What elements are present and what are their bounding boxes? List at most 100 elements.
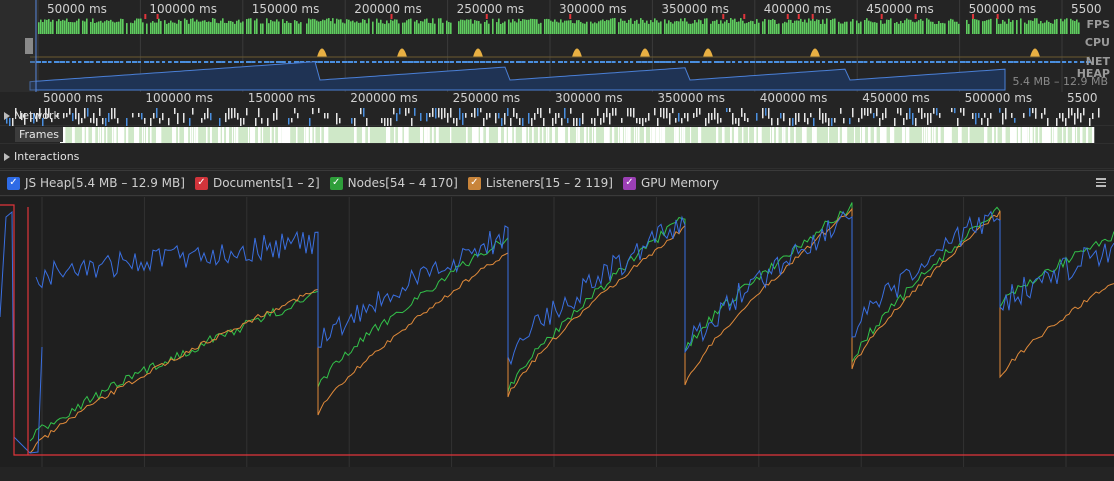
fps-bar xyxy=(906,18,908,34)
fps-bar xyxy=(204,20,206,34)
legend-gpu-memory[interactable]: ✓ GPU Memory xyxy=(622,176,719,190)
network-request-bar xyxy=(1047,118,1049,126)
legend-listeners[interactable]: ✓ Listeners[15 – 2 119] xyxy=(467,176,613,190)
checkbox-checked-icon[interactable]: ✓ xyxy=(467,176,481,190)
fps-bar xyxy=(536,19,538,34)
frame-bar xyxy=(812,127,814,143)
network-request-bar xyxy=(438,108,440,118)
fps-bar xyxy=(874,22,876,34)
main-axis-tick-label: 100000 ms xyxy=(145,91,213,105)
network-request-bar xyxy=(507,108,509,117)
checkbox-checked-icon[interactable]: ✓ xyxy=(622,176,636,190)
timeline-overview[interactable]: 50000 ms 100000 ms 150000 ms 200000 ms 25000… xyxy=(0,0,1114,92)
network-requests xyxy=(6,108,1100,126)
net-request xyxy=(924,61,929,63)
fps-bar xyxy=(274,21,276,34)
net-request xyxy=(180,61,186,63)
fps-bar xyxy=(336,18,338,34)
checkbox-checked-icon[interactable]: ✓ xyxy=(329,176,343,190)
fps-bar xyxy=(222,18,224,34)
interactions-track[interactable]: Interactions xyxy=(0,145,1114,169)
network-request-bar xyxy=(363,108,365,117)
network-request-bar xyxy=(783,113,785,122)
fps-bar xyxy=(730,18,732,34)
network-request-bar xyxy=(657,118,659,126)
frame-bar xyxy=(578,127,580,143)
network-request-bar xyxy=(663,108,665,119)
network-track-header[interactable]: Network xyxy=(4,109,60,122)
net-request xyxy=(768,61,773,63)
fps-bar xyxy=(224,22,226,34)
network-request-bar xyxy=(534,113,536,120)
fps-bar xyxy=(48,19,50,34)
frame-bar xyxy=(794,127,796,143)
fps-bar xyxy=(166,23,168,34)
frame-bar xyxy=(664,127,666,143)
fps-bar xyxy=(782,23,784,34)
net-request xyxy=(108,61,114,63)
frame-bar xyxy=(504,127,507,143)
legend-js-heap[interactable]: ✓ JS Heap[5.4 MB – 12.9 MB] xyxy=(7,176,185,190)
expand-triangle-icon[interactable] xyxy=(4,152,10,161)
frame-bar xyxy=(310,127,313,143)
fps-bar xyxy=(608,20,610,34)
network-request-bar xyxy=(771,118,773,126)
network-request-bar xyxy=(1077,108,1079,119)
legend-nodes[interactable]: ✓ Nodes[54 – 4 170] xyxy=(329,176,458,190)
fps-bar xyxy=(660,21,662,34)
network-track[interactable]: Network xyxy=(0,106,1114,126)
frame-bar xyxy=(788,127,791,143)
fps-bar xyxy=(988,19,990,34)
network-request-bar xyxy=(1029,108,1031,117)
frame-bar xyxy=(112,127,114,143)
fps-bar xyxy=(692,23,694,34)
fps-bar xyxy=(548,19,550,34)
checkbox-checked-icon[interactable]: ✓ xyxy=(7,176,20,190)
frame-bar xyxy=(690,127,692,143)
fps-bar xyxy=(330,21,332,34)
fps-bar xyxy=(804,19,806,34)
network-request-bar xyxy=(354,118,356,126)
checkbox-checked-icon[interactable]: ✓ xyxy=(194,176,208,190)
net-request xyxy=(522,61,526,63)
fps-bar xyxy=(1048,21,1050,34)
fps-bar xyxy=(1010,21,1012,34)
network-request-bar xyxy=(510,118,512,126)
fps-bar xyxy=(342,22,344,34)
fps-bar xyxy=(294,20,296,34)
fps-bar xyxy=(46,19,48,34)
frames-track[interactable]: Frames xyxy=(0,126,1114,144)
fps-bar xyxy=(74,22,76,34)
frame-bar xyxy=(748,127,750,143)
network-request-bar xyxy=(138,113,140,118)
fps-bar xyxy=(70,22,72,34)
long-frame-marker xyxy=(485,14,488,19)
fps-bar xyxy=(560,19,562,34)
network-request-bar xyxy=(255,118,257,126)
net-request xyxy=(162,61,166,63)
long-frame-marker xyxy=(722,14,725,19)
fps-bar xyxy=(592,23,594,34)
network-request-bar xyxy=(654,108,656,116)
menu-icon[interactable] xyxy=(1096,178,1106,188)
fps-bar xyxy=(98,21,100,34)
fps-bar xyxy=(508,19,510,34)
long-frame-marker xyxy=(996,14,999,19)
memory-counters-graph[interactable] xyxy=(0,197,1114,467)
fps-bar xyxy=(810,20,812,34)
fps-bar xyxy=(112,21,114,34)
frame-bar xyxy=(950,127,952,143)
interactions-track-header[interactable]: Interactions xyxy=(4,150,79,163)
fps-bar xyxy=(50,21,52,34)
net-request xyxy=(648,61,653,63)
network-request-bar xyxy=(1005,108,1007,120)
fps-bar xyxy=(82,20,84,34)
network-request-bar xyxy=(1014,118,1016,123)
fps-bar xyxy=(950,18,952,34)
network-request-bar xyxy=(621,118,623,123)
frame-bar xyxy=(1056,127,1058,143)
network-request-bar xyxy=(294,108,296,114)
cpu-spike xyxy=(317,48,327,57)
legend-documents[interactable]: ✓ Documents[1 – 2] xyxy=(194,176,320,190)
expand-triangle-icon[interactable] xyxy=(4,111,10,120)
